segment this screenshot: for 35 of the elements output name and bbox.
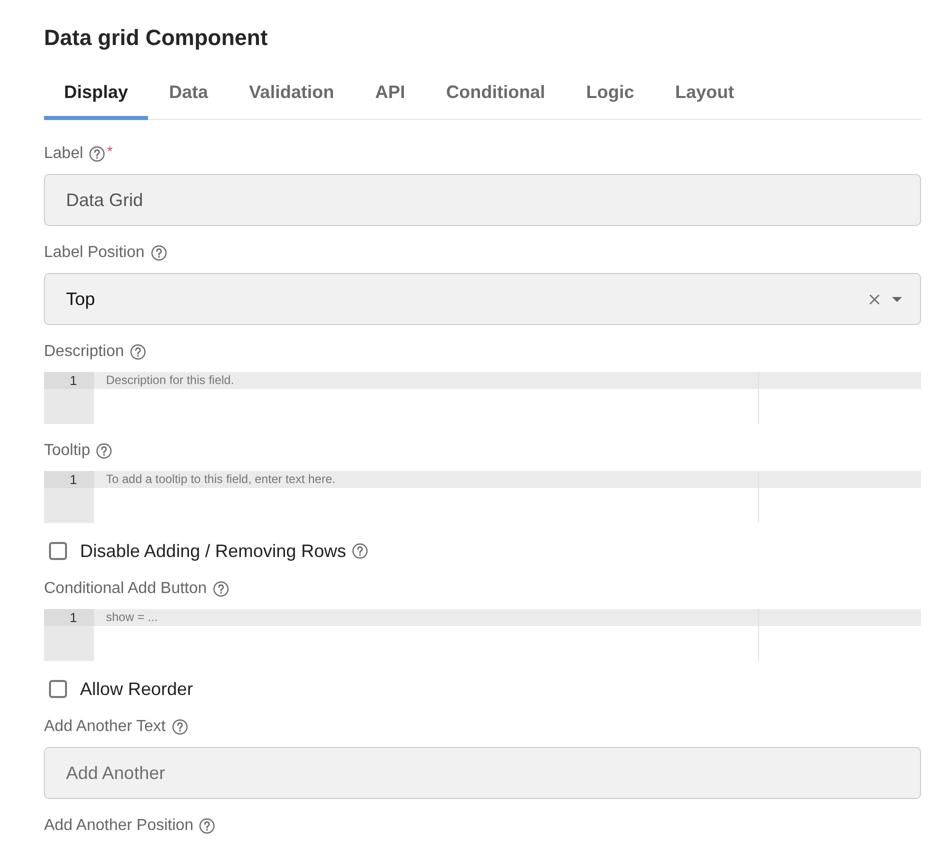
placeholder-text: To add a tooltip to this field, enter text here.: [106, 472, 336, 486]
code-editor[interactable]: 1 To add a tooltip to this field, enter text here.: [44, 471, 921, 523]
field-label: Label: [44, 144, 84, 164]
field-label: Label Position: [44, 243, 145, 263]
form-title: Data grid Component: [44, 24, 269, 52]
line-number: 1: [44, 471, 94, 488]
clear-icon[interactable]: [869, 294, 880, 304]
tab[interactable]: Validation: [229, 64, 354, 120]
tab[interactable]: Data: [149, 64, 228, 120]
field-label: Tooltip: [44, 441, 90, 461]
caret-icon[interactable]: [892, 296, 902, 302]
selected-option: Top: [66, 288, 857, 310]
placeholder-text: Description for this field.: [106, 373, 234, 387]
field-label: Description: [44, 342, 124, 362]
tab[interactable]: API: [355, 64, 426, 120]
text-input[interactable]: Data Grid: [44, 174, 921, 226]
field-label: Conditional Add Button: [44, 579, 207, 599]
placeholder-text: show = ...: [106, 610, 158, 624]
select-field[interactable]: Top: [44, 273, 921, 325]
code-editor[interactable]: 1 Description for this field.: [44, 372, 921, 424]
tab[interactable]: Layout: [655, 64, 754, 120]
required-mark: *: [107, 144, 113, 158]
tab[interactable]: Conditional: [426, 64, 566, 120]
checkbox[interactable]: [49, 542, 67, 560]
checkbox[interactable]: [49, 680, 67, 698]
checkbox-label[interactable]: Allow Reorder: [80, 678, 194, 700]
tab[interactable]: Logic: [566, 64, 654, 120]
line-number: 1: [44, 372, 94, 389]
line-number: 1: [44, 609, 94, 626]
code-editor[interactable]: 1 show = ...: [44, 609, 921, 661]
text-input[interactable]: Add Another: [44, 747, 921, 799]
field-label: Add Another Text: [44, 717, 166, 737]
tab[interactable]: Display: [44, 64, 148, 120]
field-label: Add Another Position: [44, 816, 194, 836]
checkbox-label[interactable]: Disable Adding / Removing Rows: [80, 540, 346, 562]
